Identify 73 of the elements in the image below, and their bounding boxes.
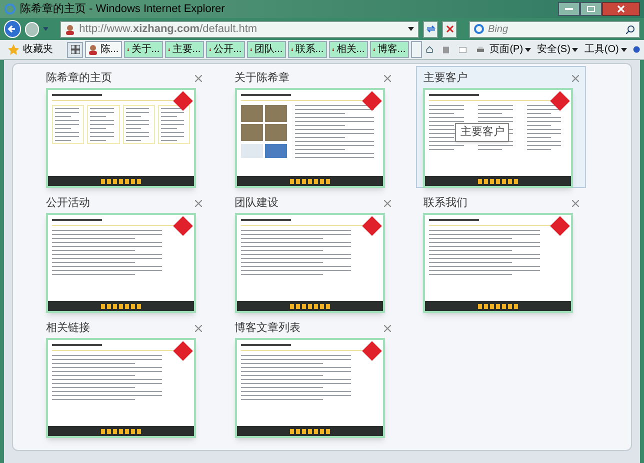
thumbnail-title: 公开活动: [46, 196, 90, 211]
browser-tab[interactable]: 联系...: [288, 41, 327, 58]
browser-tab[interactable]: 公开...: [206, 41, 245, 58]
search-engine-icon: [474, 24, 484, 34]
address-field[interactable]: http://www.xizhang.com/default.htm: [60, 20, 420, 38]
mail-icon[interactable]: [459, 46, 467, 54]
refresh-button[interactable]: [423, 20, 438, 38]
thumbnail-title: 联系我们: [423, 196, 468, 211]
close-icon[interactable]: [384, 200, 391, 206]
tab-thumbnail-card[interactable]: 主要客户 主要客户: [416, 66, 586, 188]
close-icon: [617, 5, 625, 13]
close-button[interactable]: [602, 2, 640, 16]
browser-tab[interactable]: 陈...: [85, 41, 122, 58]
tab-thumbnail-card[interactable]: 博客文章列表: [228, 316, 398, 438]
webpage-thumbnail-drawing[interactable]: [46, 88, 196, 188]
search-field[interactable]: Bing: [488, 22, 622, 36]
stop-icon: [446, 25, 454, 33]
command-menu[interactable]: 工具(O): [584, 42, 627, 57]
browser-logo-icon: [4, 3, 16, 15]
tab-thumbnail-card[interactable]: 陈希章的主页: [39, 66, 209, 188]
search-icon[interactable]: [626, 24, 635, 34]
close-icon[interactable]: [195, 200, 202, 206]
tooltip: 主要客户: [455, 123, 510, 142]
star-icon: [8, 44, 19, 55]
close-icon[interactable]: [572, 74, 580, 82]
tab-thumbnail-card[interactable]: 关于陈希章: [228, 66, 398, 188]
tab-thumbnail-card[interactable]: 相关链接: [39, 316, 209, 438]
maximize-button[interactable]: [580, 2, 602, 16]
browser-tab[interactable]: 相关...: [328, 41, 368, 58]
thumbnail-title: 关于陈希章: [234, 70, 290, 86]
tab-thumbnail-card[interactable]: 公开活动: [39, 191, 209, 313]
webpage-thumbnail-drawing[interactable]: [46, 338, 196, 438]
caret-icon: [572, 48, 578, 52]
stop-button[interactable]: [442, 20, 457, 38]
window-title: 陈希章的主页 - Windows Internet Explorer: [20, 2, 226, 17]
browser-tab[interactable]: 团队...: [246, 41, 286, 58]
back-button[interactable]: [4, 20, 21, 38]
command-menu[interactable]: 安全(S): [537, 42, 578, 57]
tab-thumbnail-card[interactable]: 团队建设: [228, 191, 398, 313]
webpage-thumbnail-drawing[interactable]: [234, 88, 385, 188]
favorites-button[interactable]: 收藏夹: [4, 42, 57, 57]
close-icon[interactable]: [384, 324, 391, 332]
minimize-button[interactable]: [558, 2, 580, 16]
forward-button[interactable]: [24, 22, 39, 36]
caret-icon: [525, 48, 532, 52]
browser-tab[interactable]: 主要...: [164, 41, 204, 58]
home-icon[interactable]: [426, 44, 433, 55]
caret-icon[interactable]: [408, 27, 414, 31]
close-icon[interactable]: [384, 74, 391, 82]
thumbnail-title: 陈希章的主页: [46, 70, 112, 86]
refresh-icon: [426, 24, 436, 34]
thumbnail-title: 团队建设: [234, 196, 279, 211]
command-menu[interactable]: 页面(P): [490, 42, 532, 57]
webpage-thumbnail-drawing[interactable]: [234, 213, 385, 313]
search-bar[interactable]: Bing: [469, 20, 640, 38]
browser-tab[interactable]: 关于...: [124, 41, 163, 58]
close-icon[interactable]: [572, 200, 580, 206]
thumbnail-title: 博客文章列表: [234, 320, 301, 336]
quick-tabs-button[interactable]: [67, 42, 84, 58]
webpage-thumbnail-drawing[interactable]: [46, 213, 196, 313]
webpage-thumbnail-drawing[interactable]: [423, 213, 574, 313]
webpage-thumbnail-drawing[interactable]: [423, 88, 574, 188]
printer-icon[interactable]: [476, 44, 484, 54]
tab-thumbnail-card[interactable]: 联系我们: [416, 191, 586, 313]
thumbnail-title: 主要客户: [423, 70, 468, 86]
browser-tab[interactable]: 博客...: [370, 41, 409, 58]
close-icon[interactable]: [195, 324, 202, 332]
webpage-thumbnail-drawing[interactable]: [234, 338, 385, 438]
thumbnail-title: 相关链接: [46, 320, 90, 336]
caret-icon: [620, 48, 627, 52]
left-arrow-icon: [7, 24, 18, 34]
close-icon[interactable]: [195, 74, 202, 82]
grid-icon: [70, 45, 80, 54]
